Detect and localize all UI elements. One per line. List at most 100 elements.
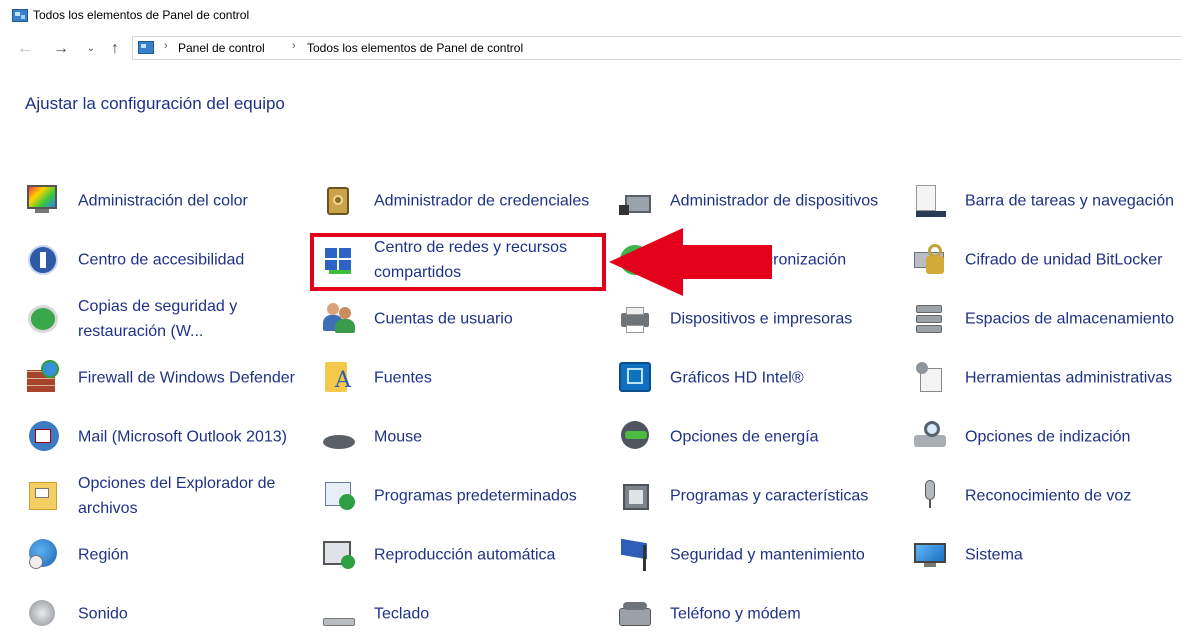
intel-graphics-icon [617,358,655,396]
item-storage-spaces[interactable]: Espacios de almacenamiento [912,291,1182,347]
control-panel-icon [138,41,154,54]
bitlocker-icon [912,240,950,278]
microphone-icon [912,476,950,514]
item-sync-center[interactable]: Centro de sincronización [617,232,887,288]
item-label: Programas y características [670,487,869,505]
up-arrow-icon[interactable]: ↑ [104,36,126,62]
breadcrumb-separator-icon: › [292,40,296,52]
item-label: Opciones del Explorador de archivos [78,475,276,517]
item-fonts[interactable]: A Fuentes [321,350,591,406]
power-icon [617,417,655,455]
device-manager-icon [617,181,655,219]
item-bitlocker[interactable]: Cifrado de unidad BitLocker [912,232,1182,288]
recent-locations-chevron-icon[interactable]: ⌄ [84,36,98,62]
item-speech-recognition[interactable]: Reconocimiento de voz [912,468,1182,524]
item-label: Reconocimiento de voz [965,487,1132,505]
accessibility-icon [25,240,63,278]
item-user-accounts[interactable]: Cuentas de usuario [321,291,591,347]
item-label: Espacios de almacenamiento [965,310,1175,328]
item-color-management[interactable]: Administración del color [25,173,295,229]
indexing-icon [912,417,950,455]
folder-options-icon [25,476,63,514]
item-label: Programas predeterminados [374,487,577,505]
programs-features-icon [617,476,655,514]
item-label: Teléfono y módem [670,605,801,623]
sound-icon [25,594,63,632]
forward-arrow-icon[interactable]: → [50,36,72,62]
item-label: Copias de seguridad y restauración (W... [78,298,238,340]
item-label: Región [78,546,129,564]
item-administrative-tools[interactable]: Herramientas administrativas [912,350,1182,406]
item-security-maintenance[interactable]: Seguridad y mantenimiento [617,527,887,583]
item-programs-features[interactable]: Programas y características [617,468,887,524]
item-label: Centro de sincronización [670,251,847,269]
taskbar-icon [912,181,950,219]
navigation-bar: ← → ⌄ ↑ › Panel de control › Todos los e… [0,36,1182,62]
item-taskbar-navigation[interactable]: Barra de tareas y navegación [912,173,1182,229]
item-label: Seguridad y mantenimiento [670,546,865,564]
item-label: Administrador de credenciales [374,192,590,210]
item-power-options[interactable]: Opciones de energía [617,409,887,465]
item-intel-hd-graphics[interactable]: Gráficos HD Intel® [617,350,887,406]
item-label: Fuentes [374,369,432,387]
item-label: Teclado [374,605,430,623]
item-label: Cuentas de usuario [374,310,513,328]
item-label: Sistema [965,546,1023,564]
item-label: Centro de accesibilidad [78,251,245,269]
item-label: Dispositivos e impresoras [670,310,853,328]
control-panel-icon [12,9,28,22]
item-system[interactable]: Sistema [912,527,1182,583]
item-mouse[interactable]: Mouse [321,409,591,465]
breadcrumb-control-panel[interactable]: Panel de control [178,41,265,55]
color-management-icon [25,181,63,219]
admin-tools-icon [912,358,950,396]
system-icon [912,535,950,573]
mouse-icon [321,417,359,455]
storage-spaces-icon [912,299,950,337]
item-windows-firewall[interactable]: Firewall de Windows Defender [25,350,295,406]
default-programs-icon [321,476,359,514]
item-label: Centro de redes y recursos compartidos [374,239,567,281]
item-label: Reproducción automática [374,546,556,564]
item-label: Herramientas administrativas [965,369,1173,387]
item-region[interactable]: Región [25,527,295,583]
item-phone-modem[interactable]: Teléfono y módem [617,586,887,642]
item-label: Sonido [78,605,128,623]
item-devices-printers[interactable]: Dispositivos e impresoras [617,291,887,347]
item-label: Opciones de energía [670,428,819,446]
item-file-explorer-options[interactable]: Opciones del Explorador de archivos [25,468,295,524]
item-keyboard[interactable]: Teclado [321,586,591,642]
item-device-manager[interactable]: Administrador de dispositivos [617,173,887,229]
title-bar: Todos los elementos de Panel de control [0,0,1182,32]
printer-icon [617,299,655,337]
back-arrow-icon[interactable]: ← [14,36,36,62]
item-label: Mouse [374,428,423,446]
item-network-sharing-center[interactable]: Centro de redes y recursos compartidos [321,232,601,288]
fonts-icon: A [321,358,359,396]
phone-modem-icon [617,594,655,632]
window-title: Todos los elementos de Panel de control [33,8,250,22]
item-label: Mail (Microsoft Outlook 2013) [78,428,287,446]
item-label: Barra de tareas y navegación [965,192,1175,210]
backup-icon [25,299,63,337]
address-bar[interactable]: › Panel de control › Todos los elementos… [132,36,1182,60]
item-accessibility-center[interactable]: Centro de accesibilidad [25,232,295,288]
item-sound[interactable]: Sonido [25,586,295,642]
item-credential-manager[interactable]: Administrador de credenciales [321,173,591,229]
network-center-icon [321,240,359,278]
item-label: Administración del color [78,192,248,210]
item-backup-restore[interactable]: Copias de seguridad y restauración (W... [25,291,295,347]
item-default-programs[interactable]: Programas predeterminados [321,468,591,524]
item-mail-outlook[interactable]: Mail (Microsoft Outlook 2013) [25,409,295,465]
item-autoplay[interactable]: Reproducción automática [321,527,591,583]
item-label: Cifrado de unidad BitLocker [965,251,1163,269]
breadcrumb-separator-icon: › [164,40,168,52]
item-label: Firewall de Windows Defender [78,369,295,387]
user-accounts-icon [321,299,359,337]
item-label: Administrador de dispositivos [670,192,879,210]
page-heading: Ajustar la configuración del equipo [25,94,285,113]
firewall-icon [25,358,63,396]
keyboard-icon [321,594,359,632]
item-indexing-options[interactable]: Opciones de indización [912,409,1182,465]
breadcrumb-all-items[interactable]: Todos los elementos de Panel de control [307,41,523,55]
